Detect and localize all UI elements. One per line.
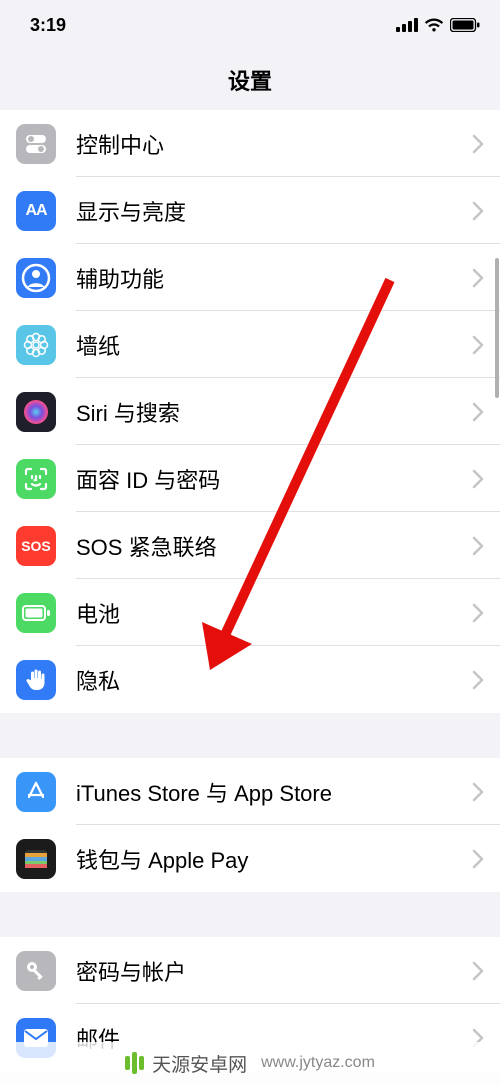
group-gap	[0, 713, 500, 758]
privacy-icon	[16, 660, 56, 700]
settings-row-sos[interactable]: SOS SOS 紧急联络	[0, 512, 500, 579]
cellular-icon	[396, 18, 418, 32]
siri-search-icon	[16, 392, 56, 432]
settings-row-privacy[interactable]: 隐私	[0, 646, 500, 713]
passwords-accounts-icon	[16, 951, 56, 991]
settings-group: 控制中心 AA 显示与亮度 辅助功能 墙纸 Siri 与搜索 面容 ID 与密码…	[0, 110, 500, 713]
group-gap	[0, 892, 500, 937]
chevron-right-icon	[472, 670, 484, 690]
settings-row-faceid-passcode[interactable]: 面容 ID 与密码	[0, 445, 500, 512]
chevron-right-icon	[472, 849, 484, 869]
row-label: 钱包与 Apple Pay	[76, 843, 472, 875]
watermark-url: www.jytyaz.com	[261, 1054, 375, 1072]
settings-row-display-brightness[interactable]: AA 显示与亮度	[0, 177, 500, 244]
row-label: 面容 ID 与密码	[76, 463, 472, 495]
row-label: SOS 紧急联络	[76, 530, 472, 562]
settings-group: iTunes Store 与 App Store 钱包与 Apple Pay	[0, 758, 500, 892]
row-label: 辅助功能	[76, 262, 472, 294]
display-brightness-icon: AA	[16, 191, 56, 231]
chevron-right-icon	[472, 961, 484, 981]
status-time: 3:19	[30, 15, 66, 36]
chevron-right-icon	[472, 335, 484, 355]
watermark: 天源安卓网 www.jytyaz.com	[0, 1042, 500, 1084]
settings-row-siri-search[interactable]: Siri 与搜索	[0, 378, 500, 445]
status-bar: 3:19	[0, 0, 500, 50]
watermark-brand: 天源安卓网	[152, 1050, 247, 1077]
battery-icon	[450, 18, 480, 32]
row-label: 隐私	[76, 664, 472, 696]
control-center-icon	[16, 124, 56, 164]
sos-icon: SOS	[16, 526, 56, 566]
faceid-passcode-icon	[16, 459, 56, 499]
settings-row-passwords-accounts[interactable]: 密码与帐户	[0, 937, 500, 1004]
row-label: 控制中心	[76, 128, 472, 160]
wallet-pay-icon	[16, 839, 56, 879]
settings-row-accessibility[interactable]: 辅助功能	[0, 244, 500, 311]
wifi-icon	[424, 18, 444, 32]
settings-row-battery[interactable]: 电池	[0, 579, 500, 646]
wallpaper-icon	[16, 325, 56, 365]
settings-list[interactable]: 控制中心 AA 显示与亮度 辅助功能 墙纸 Siri 与搜索 面容 ID 与密码…	[0, 110, 500, 1071]
settings-row-wallet-pay[interactable]: 钱包与 Apple Pay	[0, 825, 500, 892]
accessibility-icon	[16, 258, 56, 298]
chevron-right-icon	[472, 268, 484, 288]
row-label: Siri 与搜索	[76, 396, 472, 428]
chevron-right-icon	[472, 469, 484, 489]
chevron-right-icon	[472, 603, 484, 623]
scrollbar[interactable]	[495, 258, 499, 398]
status-icons	[396, 18, 480, 32]
row-label: 显示与亮度	[76, 195, 472, 227]
page-title: 设置	[228, 64, 272, 96]
chevron-right-icon	[472, 782, 484, 802]
row-label: 电池	[76, 597, 472, 629]
settings-row-control-center[interactable]: 控制中心	[0, 110, 500, 177]
settings-row-itunes-app-store[interactable]: iTunes Store 与 App Store	[0, 758, 500, 825]
row-label: 墙纸	[76, 329, 472, 361]
chevron-right-icon	[472, 201, 484, 221]
row-label: 密码与帐户	[76, 955, 472, 987]
watermark-logo-icon	[125, 1052, 144, 1074]
header: 设置	[0, 50, 500, 110]
itunes-app-store-icon	[16, 772, 56, 812]
chevron-right-icon	[472, 536, 484, 556]
chevron-right-icon	[472, 402, 484, 422]
settings-row-wallpaper[interactable]: 墙纸	[0, 311, 500, 378]
row-label: iTunes Store 与 App Store	[76, 776, 472, 808]
chevron-right-icon	[472, 134, 484, 154]
battery-icon	[16, 593, 56, 633]
